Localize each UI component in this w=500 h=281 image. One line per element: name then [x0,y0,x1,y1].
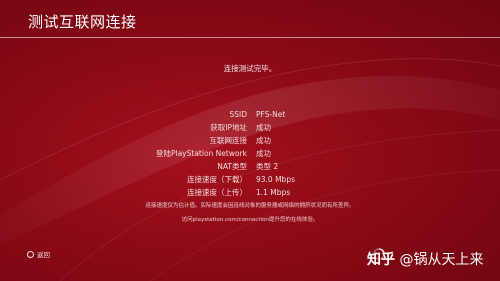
result-row-psn-signin: 登陆PlayStation Network 成功 [0,147,500,160]
result-row-nat-type: NAT类型 类型 2 [0,160,500,173]
result-value: PFS-Net [256,110,286,119]
result-value: 类型 2 [256,162,279,171]
watermark-handle: @锅从天上来 [399,252,484,268]
speed-disclaimer: 连接速度仅为估计值。实际速度会因连线对象的服务器或网络的拥挤状况而有所差异。 [145,203,355,209]
page-title: 测试互联网连接 [28,13,137,31]
result-label: 连接速度（下载） [187,175,247,184]
result-value: 成功 [256,149,271,158]
result-label: SSID [229,110,247,119]
test-complete-message: 连接测试完毕。 [223,64,277,73]
result-label: 连接速度（上传） [187,188,247,197]
back-button[interactable]: 返回 [27,249,50,259]
result-label: 互联网连接 [209,136,248,145]
result-label: 登陆PlayStation Network [155,149,247,158]
connection-test-screen: 测试互联网连接 连接测试完毕。 SSID PFS-Net 获取IP地址 成功 互… [0,0,500,281]
result-value: 93.0 Mbps [256,175,295,184]
results-list: SSID PFS-Net 获取IP地址 成功 互联网连接 成功 登陆PlaySt… [0,108,500,199]
result-row-download-speed: 连接速度（下载） 93.0 Mbps [0,173,500,186]
title-divider [0,37,500,38]
watermark-brand: 知乎 [367,252,395,268]
result-value: 成功 [256,136,271,145]
result-row-ip-address: 获取IP地址 成功 [0,121,500,134]
result-row-ssid: SSID PFS-Net [0,108,500,121]
watermark: 知乎 @锅从天上来 [367,249,483,269]
result-row-internet-connection: 互联网连接 成功 [0,134,500,147]
result-label: 获取IP地址 [210,123,247,132]
back-label: 返回 [37,251,50,259]
circle-button-icon [27,250,34,258]
result-value: 成功 [256,123,271,132]
result-row-upload-speed: 连接速度（上传） 1.1 Mbps [0,186,500,199]
visit-website-note: 访问playstation.com/connection提升您的在线体验。 [181,217,319,223]
result-label: NAT类型 [217,162,247,171]
result-value: 1.1 Mbps [256,188,291,197]
